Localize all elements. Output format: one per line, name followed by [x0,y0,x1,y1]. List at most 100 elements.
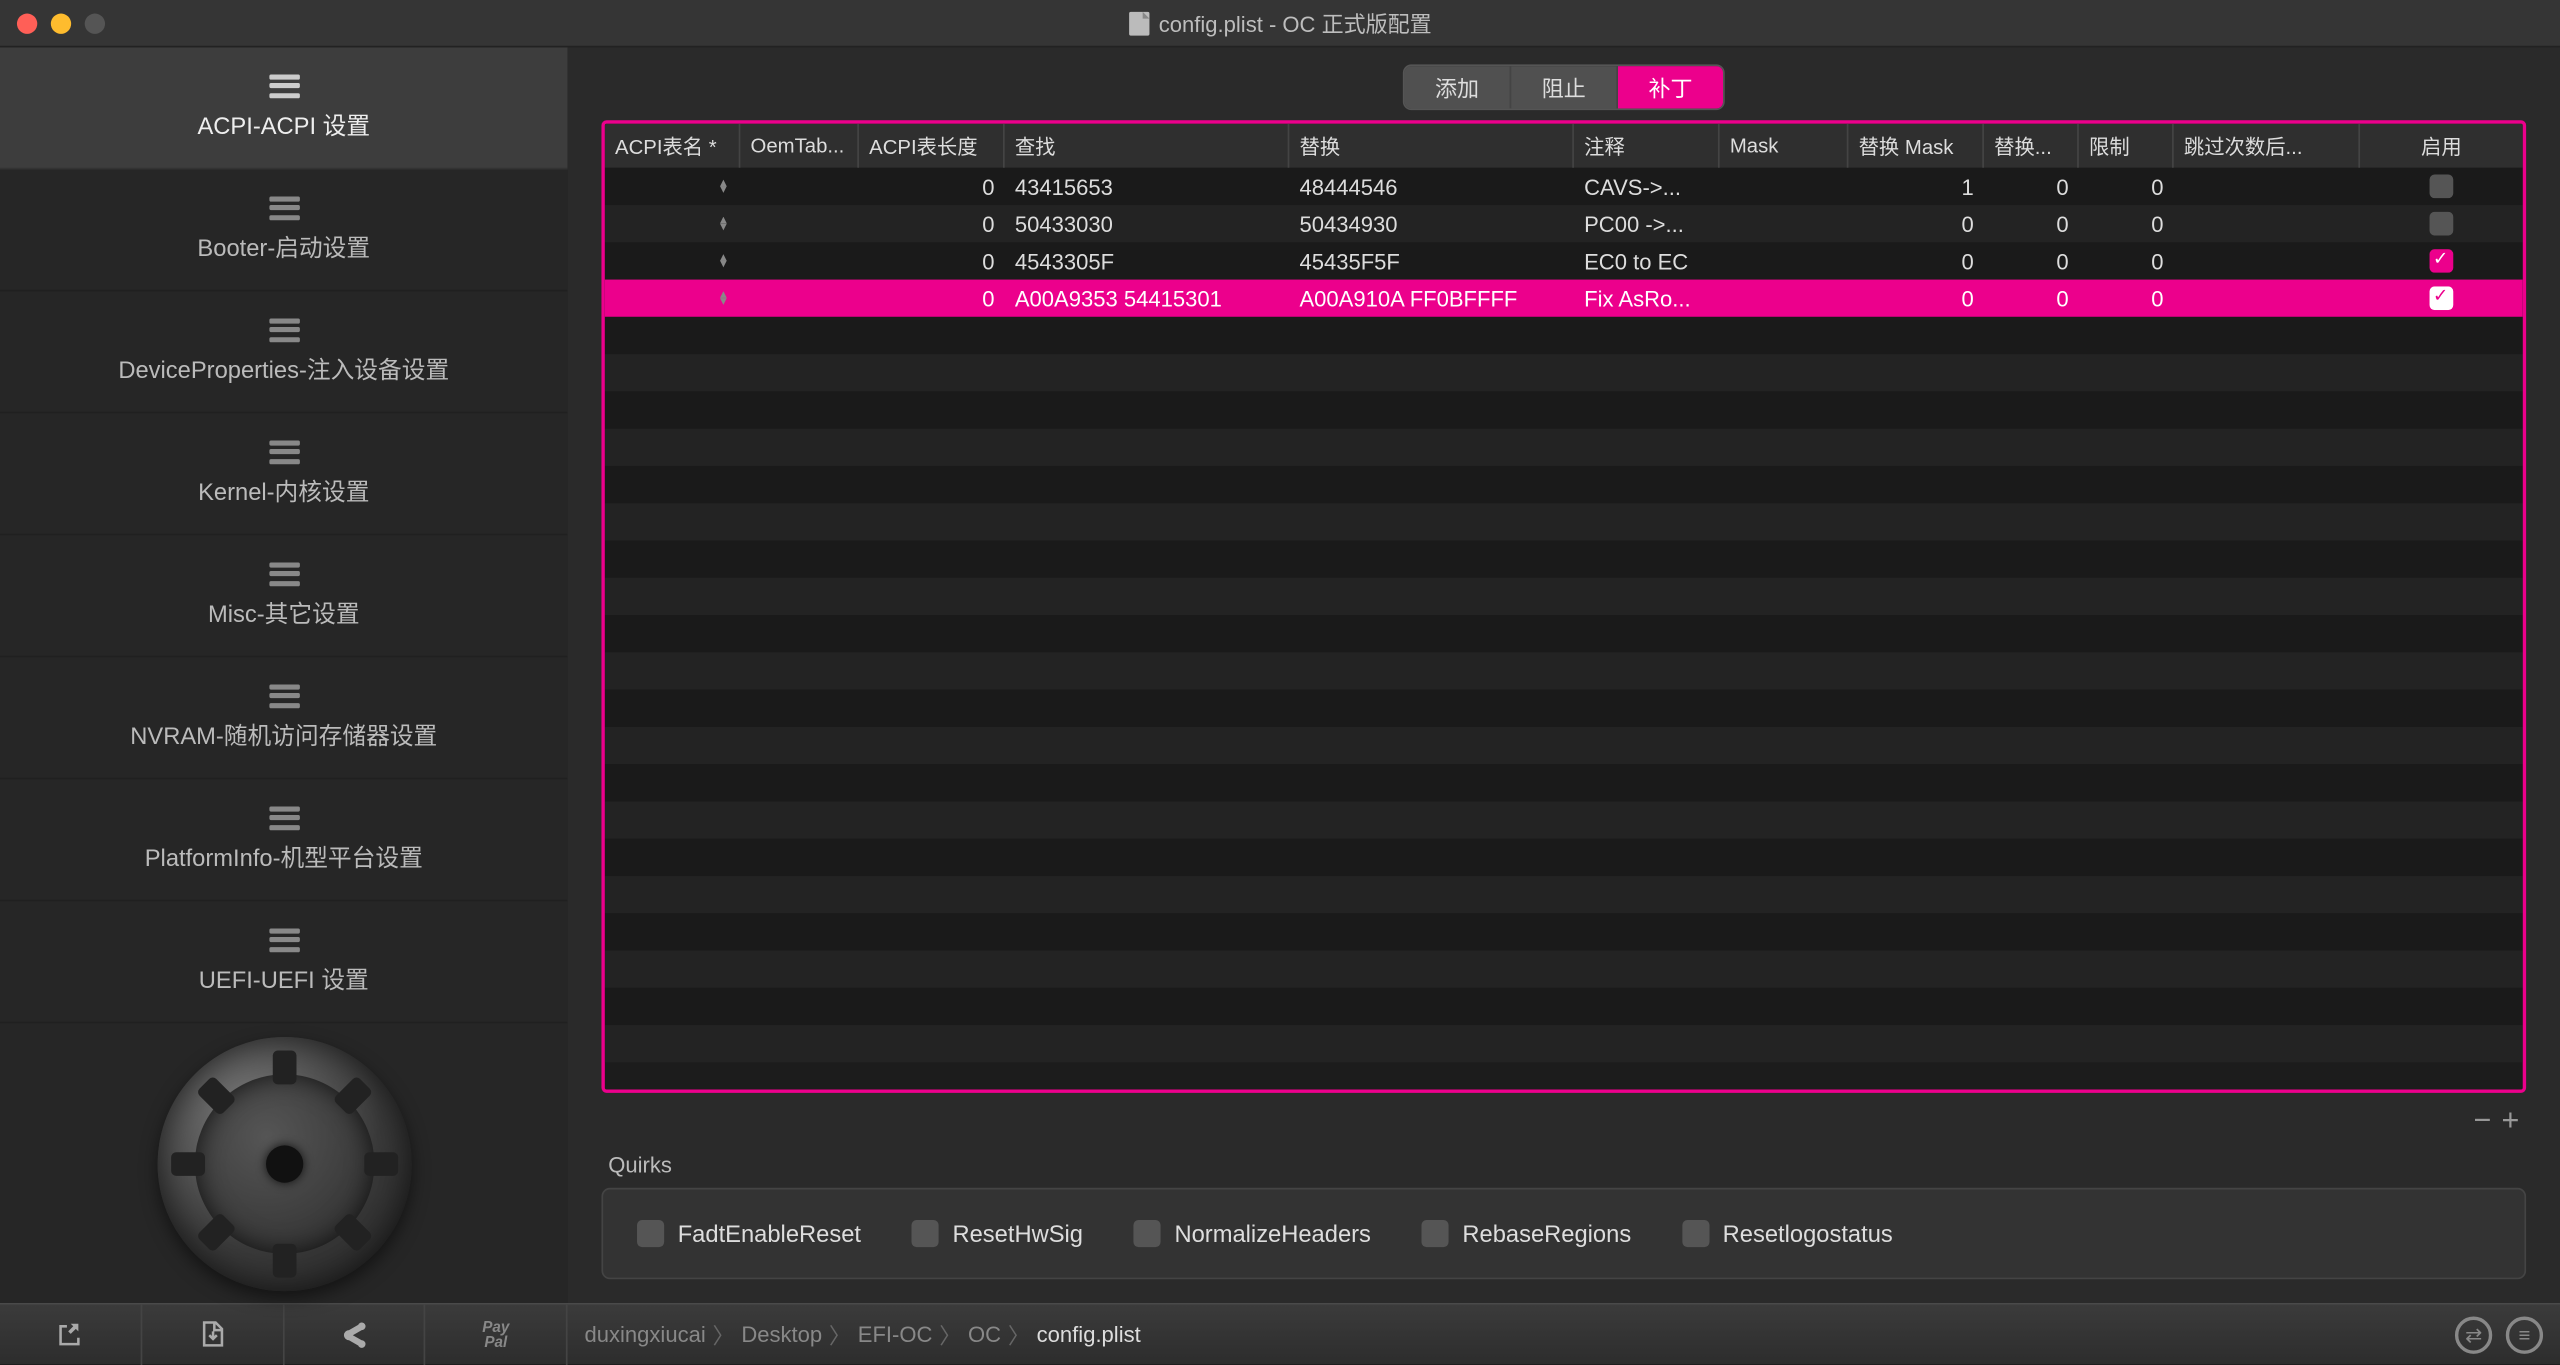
sidebar-item-7[interactable]: UEFI-UEFI 设置 [0,901,568,1023]
table-row-empty [605,578,2523,615]
table-header: ACPI表名 *OemTab...ACPI表长度查找替换注释Mask替换 Mas… [605,124,2523,168]
chevron-right-icon: 〉 [829,1318,851,1350]
tab-0[interactable]: 添加 [1404,66,1511,108]
quirk-label: Resetlogostatus [1723,1220,1893,1247]
sidebar-item-label: PlatformInfo-机型平台设置 [145,840,423,874]
column-header[interactable]: 替换... [1984,124,2079,168]
enabled-checkbox[interactable] [2360,249,2523,273]
sidebar-item-0[interactable]: ACPI-ACPI 设置 [0,47,568,169]
add-row-button[interactable]: + [2502,1103,2520,1139]
sort-handle[interactable]: ▴▾ [605,217,741,231]
table-row-empty [605,690,2523,727]
tab-1[interactable]: 阻止 [1511,66,1618,108]
enabled-checkbox[interactable] [2360,286,2523,310]
table-row-empty [605,429,2523,466]
table-row-empty [605,913,2523,950]
checkbox-icon [637,1220,664,1247]
table-row-empty [605,541,2523,578]
sidebar-item-label: ACPI-ACPI 设置 [197,108,370,142]
enabled-checkbox[interactable] [2360,212,2523,236]
list-icon [269,196,299,220]
table-row-empty [605,727,2523,764]
sidebar-item-label: DeviceProperties-注入设备设置 [118,352,449,386]
sidebar-item-2[interactable]: DeviceProperties-注入设备设置 [0,291,568,413]
remove-row-button[interactable]: − [2474,1103,2492,1139]
minimize-icon[interactable] [51,13,71,33]
table-row-empty [605,615,2523,652]
patch-table[interactable]: ACPI表名 *OemTab...ACPI表长度查找替换注释Mask替换 Mas… [601,120,2526,1093]
chevron-right-icon: 〉 [1008,1318,1030,1350]
column-header[interactable]: 限制 [2079,124,2174,168]
table-row-empty [605,801,2523,838]
chevron-right-icon: 〉 [939,1318,961,1350]
table-row-empty [605,839,2523,876]
quirk-checkbox[interactable]: FadtEnableReset [637,1220,861,1247]
table-body: ▴▾04341565348444546CAVS->...100▴▾0504330… [605,168,2523,1063]
quirk-checkbox[interactable]: ResetHwSig [912,1220,1083,1247]
column-header[interactable]: 跳过次数后... [2174,124,2360,168]
quirk-checkbox[interactable]: RebaseRegions [1422,1220,1631,1247]
enabled-checkbox[interactable] [2360,175,2523,199]
list-icon [269,928,299,952]
column-header[interactable]: OemTab... [740,124,859,168]
column-header[interactable]: 启用 [2360,124,2523,168]
sort-handle[interactable]: ▴▾ [605,291,741,305]
quirk-label: ResetHwSig [952,1220,1083,1247]
breadcrumb-item[interactable]: EFI-OC [858,1322,933,1347]
sidebar-item-6[interactable]: PlatformInfo-机型平台设置 [0,779,568,901]
close-icon[interactable] [17,13,37,33]
column-header[interactable]: Mask [1720,124,1849,168]
sort-handle[interactable]: ▴▾ [605,180,741,194]
list-icon [269,684,299,708]
table-row-empty [605,951,2523,988]
quirk-checkbox[interactable]: Resetlogostatus [1682,1220,1893,1247]
column-header[interactable]: 查找 [1005,124,1290,168]
breadcrumb-item[interactable]: config.plist [1037,1322,1141,1347]
column-header[interactable]: ACPI表长度 [859,124,1005,168]
quirks-title: Quirks [568,1152,2560,1188]
jog-wheel[interactable] [157,1036,411,1290]
breadcrumb-item[interactable]: OC [968,1322,1001,1347]
table-row[interactable]: ▴▾04543305F45435F5FEC0 to EC000 [605,242,2523,279]
table-row-empty [605,764,2523,801]
table-row-empty [605,466,2523,503]
sidebar: ACPI-ACPI 设置 Booter-启动设置 DeviceProperties-… [0,47,568,1303]
sidebar-item-5[interactable]: NVRAM-随机访问存储器设置 [0,657,568,779]
table-row-empty [605,354,2523,391]
zoom-icon[interactable] [85,13,105,33]
sidebar-item-4[interactable]: Misc-其它设置 [0,535,568,657]
list-icon [269,562,299,586]
export-button[interactable] [142,1304,284,1365]
sidebar-item-label: NVRAM-随机访问存储器设置 [130,718,437,752]
column-header[interactable]: 注释 [1574,124,1720,168]
table-row-empty [605,988,2523,1025]
breadcrumb: duxingxiucai〉Desktop〉EFI-OC〉OC〉config.pl… [568,1318,2455,1350]
tab-bar: 添加阻止补丁 [568,47,2560,120]
list-icon [269,440,299,464]
sidebar-item-label: Booter-启动设置 [197,230,370,264]
tab-2[interactable]: 补丁 [1618,66,1723,108]
sidebar-item-1[interactable]: Booter-启动设置 [0,169,568,291]
content-area: 添加阻止补丁 ACPI表名 *OemTab...ACPI表长度查找替换注释Mas… [568,47,2560,1303]
list-icon [269,318,299,342]
column-header[interactable]: 替换 Mask [1848,124,1984,168]
import-button[interactable] [0,1304,142,1365]
column-header[interactable]: 替换 [1289,124,1574,168]
share-button[interactable] [284,1304,426,1365]
menu-button[interactable]: ≡ [2506,1316,2543,1353]
table-row[interactable]: ▴▾0A00A9353 54415301A00A910A FF0BFFFFFix… [605,280,2523,317]
breadcrumb-item[interactable]: duxingxiucai [585,1322,706,1347]
column-header[interactable]: ACPI表名 * [605,124,741,168]
checkbox-icon [912,1220,939,1247]
sync-button[interactable]: ⇄ [2455,1316,2492,1353]
table-row[interactable]: ▴▾04341565348444546CAVS->...100 [605,168,2523,205]
sort-handle[interactable]: ▴▾ [605,254,741,268]
window-title: config.plist - OC 正式版配置 [1128,7,1431,39]
table-row[interactable]: ▴▾05043303050434930PC00 ->...000 [605,205,2523,242]
sidebar-item-label: Misc-其它设置 [208,596,360,630]
quirk-checkbox[interactable]: NormalizeHeaders [1134,1220,1371,1247]
paypal-button[interactable]: PayPal [426,1304,568,1365]
breadcrumb-item[interactable]: Desktop [741,1322,822,1347]
sidebar-item-3[interactable]: Kernel-内核设置 [0,413,568,535]
quirk-label: FadtEnableReset [678,1220,861,1247]
